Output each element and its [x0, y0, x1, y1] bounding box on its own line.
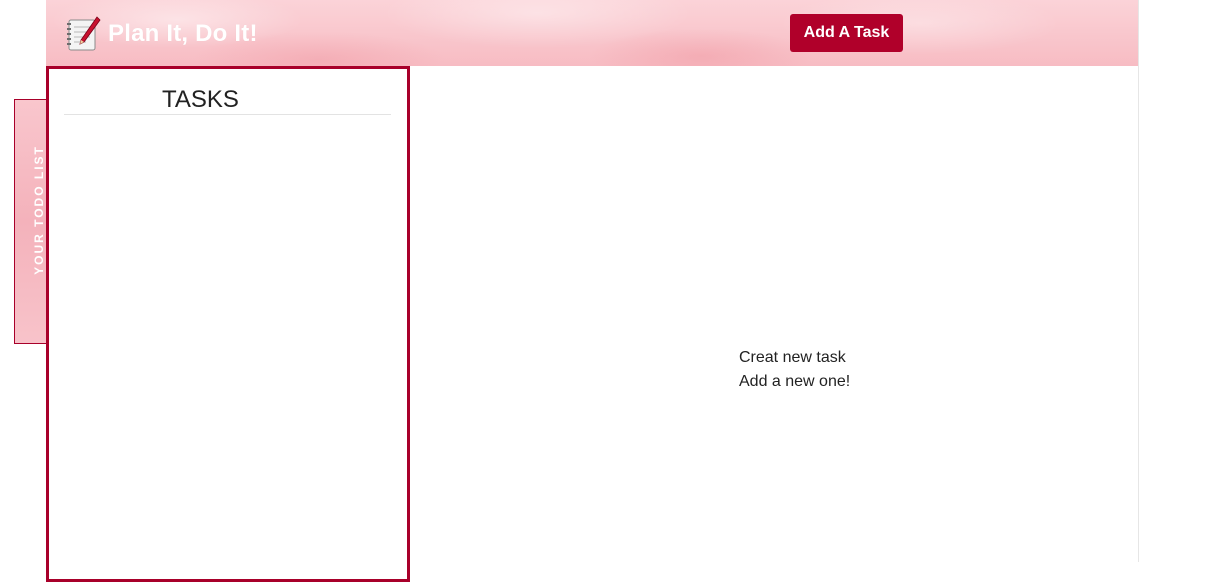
todo-list-side-tab[interactable]: YOUR TODO LIST [14, 99, 46, 344]
empty-state-title: Creat new task [739, 349, 846, 366]
notepad-pencil-icon [64, 15, 102, 53]
app-header: Plan It, Do It! Add A Task [46, 0, 1138, 66]
tasks-panel: TASKS [46, 66, 410, 582]
tasks-heading: TASKS [64, 85, 391, 115]
brand: Plan It, Do It! [64, 14, 258, 54]
empty-state-subtitle: Add a new one! [739, 373, 851, 390]
app-container: Plan It, Do It! Add A Task TASKS Creat n… [46, 0, 1139, 582]
app-title: Plan It, Do It! [108, 20, 258, 47]
add-task-button[interactable]: Add A Task [790, 14, 903, 52]
empty-state: Creat new task Add a new one! [739, 346, 850, 394]
side-tab-label: YOUR TODO LIST [31, 144, 46, 275]
